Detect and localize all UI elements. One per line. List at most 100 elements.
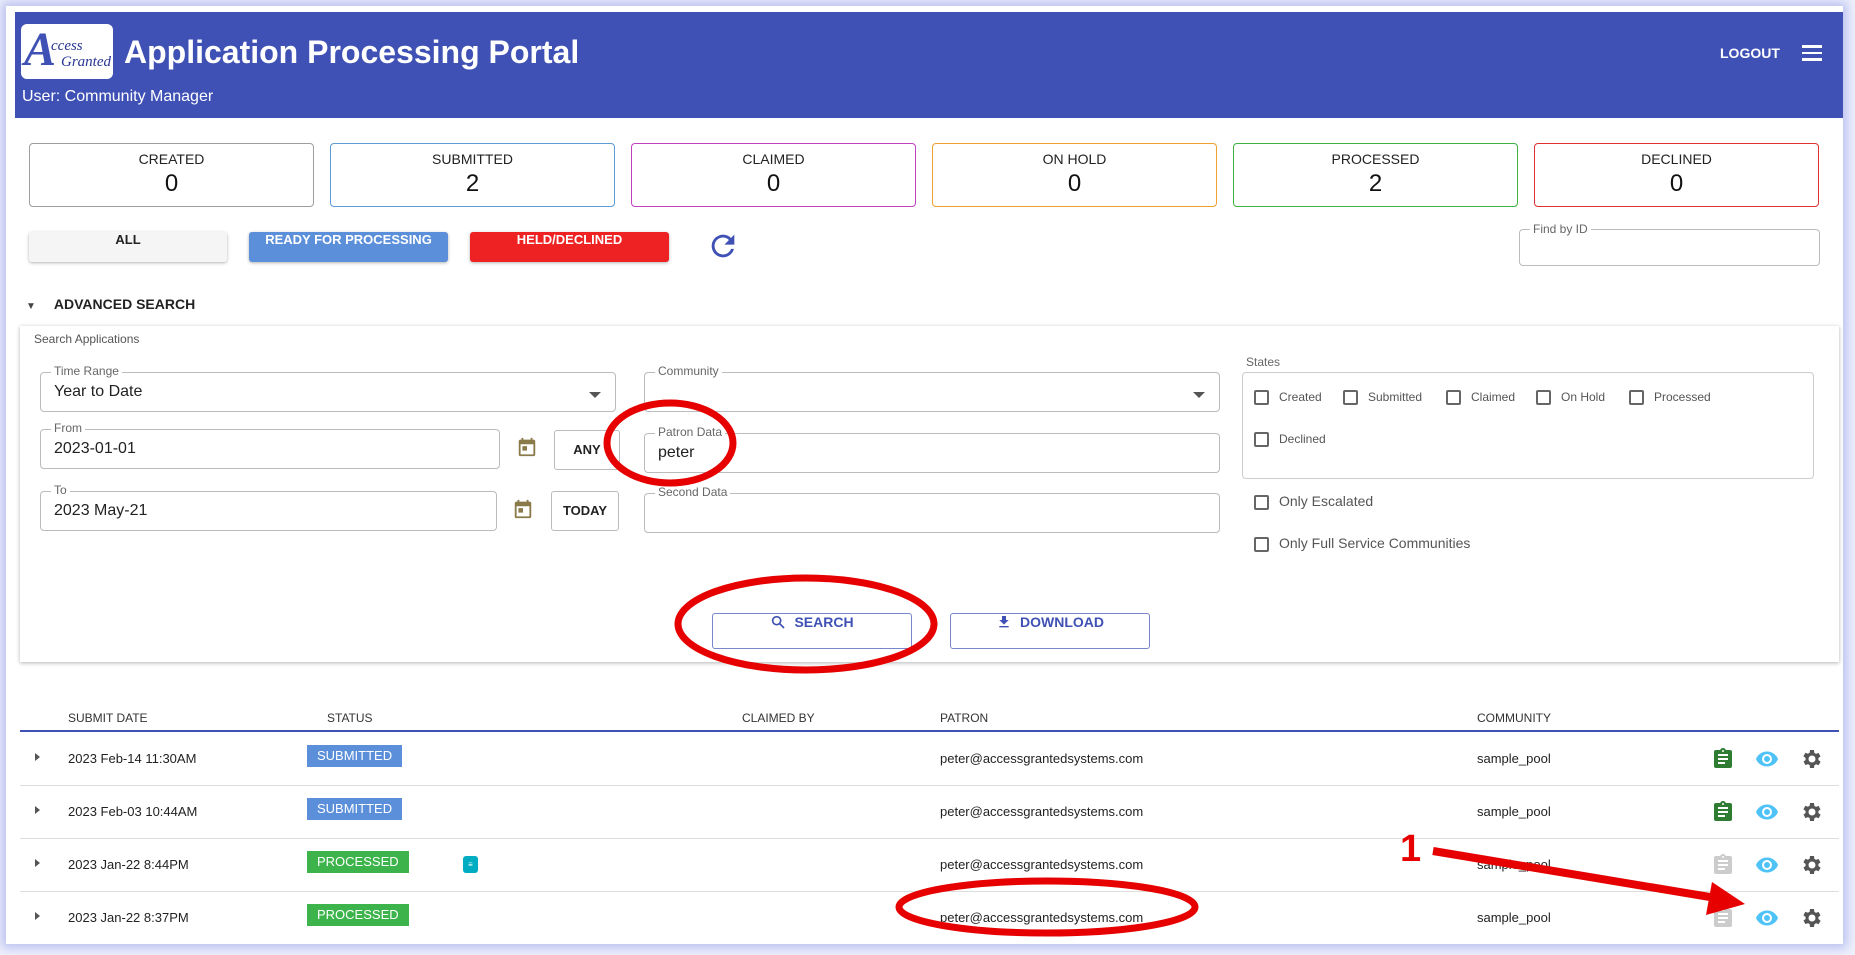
to-date-field[interactable]: To 2023 May-21 [40,483,497,531]
logo-text-bottom: Granted [61,54,111,70]
logo-text-top: ccess [51,38,83,54]
stat-submitted[interactable]: SUBMITTED 2 [330,143,615,207]
filter-all-button[interactable]: ALL [29,232,227,262]
filter-ready-button[interactable]: READY FOR PROCESSING [249,232,448,262]
gear-icon[interactable] [1799,906,1823,930]
logo: A ccess Granted [21,23,113,79]
time-range-value: Year to Date [54,383,143,400]
from-date-field[interactable]: From 2023-01-01 [40,421,500,469]
row-community: sample_pool [1477,804,1551,819]
state-claimed-checkbox[interactable]: Claimed [1446,390,1516,406]
table-row[interactable]: 2023 Feb-14 11:30AM SUBMITTED peter@acce… [20,733,1839,786]
gear-icon[interactable] [1799,747,1823,771]
expand-row-icon[interactable] [35,859,40,867]
state-declined-checkbox[interactable]: Declined [1254,432,1326,448]
state-created-label: Created [1279,390,1322,404]
column-community[interactable]: COMMUNITY [1477,711,1551,725]
eye-icon[interactable] [1755,747,1779,771]
state-declined-label: Declined [1279,432,1326,446]
refresh-icon[interactable] [706,229,740,263]
stat-declined[interactable]: DECLINED 0 [1534,143,1819,207]
search-button[interactable]: SEARCH [712,613,912,649]
filter-held-button[interactable]: HELD/DECLINED [470,232,669,262]
expand-row-icon[interactable] [35,912,40,920]
expand-row-icon[interactable] [35,753,40,761]
column-status[interactable]: STATUS [327,711,373,725]
only-full-service-label: Only Full Service Communities [1279,535,1471,551]
today-button[interactable]: TODAY [551,491,619,531]
gear-icon[interactable] [1799,800,1823,824]
table-row[interactable]: 2023 Feb-03 10:44AM SUBMITTED peter@acce… [20,786,1839,839]
stat-processed[interactable]: PROCESSED 2 [1233,143,1518,207]
clipboard-icon[interactable] [1711,853,1735,877]
only-escalated-label: Only Escalated [1279,493,1374,509]
states-group [1242,372,1814,479]
table-header-divider [20,730,1839,732]
row-submit-date: 2023 Jan-22 8:44PM [68,857,189,872]
only-full-service-checkbox[interactable]: Only Full Service Communities [1254,535,1470,552]
caret-down-icon: ▼ [26,301,36,312]
menu-icon[interactable] [1802,45,1822,61]
expand-row-icon[interactable] [35,806,40,814]
search-icon [772,615,786,629]
clipboard-icon[interactable] [1711,800,1735,824]
column-patron[interactable]: PATRON [940,711,988,725]
status-badge: PROCESSED [307,851,409,873]
stat-claimed-label: CLAIMED [742,151,805,167]
status-badge: PROCESSED [307,904,409,926]
annotation-number: 1 [1400,828,1422,870]
stat-declined-value: 0 [1669,170,1684,197]
stat-claimed-value: 0 [766,170,781,197]
advanced-search-toggle[interactable]: ▼ ADVANCED SEARCH [26,296,195,312]
from-label: From [51,421,85,435]
download-button-label: DOWNLOAD [1020,614,1104,630]
user-label: User: Community Manager [22,88,214,105]
row-patron: peter@accessgrantedsystems.com [940,857,1144,872]
gear-icon[interactable] [1799,853,1823,877]
state-processed-checkbox[interactable]: Processed [1629,390,1711,406]
eye-icon[interactable] [1755,853,1779,877]
state-processed-label: Processed [1654,390,1711,404]
only-escalated-checkbox[interactable]: Only Escalated [1254,493,1373,510]
notes-icon[interactable]: ≡ [463,856,478,873]
column-submit-date[interactable]: SUBMIT DATE [68,711,148,725]
download-button[interactable]: DOWNLOAD [950,613,1150,649]
column-claimed-by[interactable]: CLAIMED BY [742,711,815,725]
state-submitted-label: Submitted [1368,390,1423,404]
logout-button[interactable]: LOGOUT [1720,45,1780,61]
calendar-icon[interactable] [516,436,538,458]
table-row[interactable]: 2023 Jan-22 8:44PM PROCESSED ≡ peter@acc… [20,839,1839,892]
eye-icon[interactable] [1755,906,1779,930]
search-panel-title: Search Applications [34,332,140,346]
search-button-label: SEARCH [794,614,854,630]
patron-data-label: Patron Data [655,425,726,439]
row-submit-date: 2023 Feb-14 11:30AM [68,751,197,766]
stat-created[interactable]: CREATED 0 [29,143,314,207]
table-row[interactable]: 2023 Jan-22 8:37PM PROCESSED peter@acces… [20,892,1839,944]
second-data-input[interactable]: Second Data [644,485,1220,533]
state-on-hold-label: On Hold [1561,390,1606,404]
row-community: sample_pool [1477,751,1551,766]
patron-data-input[interactable]: Patron Data peter [644,425,1220,473]
row-submit-date: 2023 Feb-03 10:44AM [68,804,198,819]
find-by-id-label: Find by ID [1530,222,1591,236]
clipboard-icon[interactable] [1711,747,1735,771]
from-value: 2023-01-01 [54,440,136,457]
to-value: 2023 May-21 [54,502,148,519]
time-range-select[interactable]: Time Range Year to Date [40,364,616,412]
state-claimed-label: Claimed [1471,390,1516,404]
any-button[interactable]: ANY [554,430,620,470]
community-select[interactable]: Community [644,364,1220,412]
state-on-hold-checkbox[interactable]: On Hold [1536,390,1606,406]
state-submitted-checkbox[interactable]: Submitted [1343,390,1423,406]
stat-claimed[interactable]: CLAIMED 0 [631,143,916,207]
second-data-label: Second Data [655,485,731,499]
find-by-id-input[interactable]: Find by ID [1519,222,1820,266]
stat-on-hold[interactable]: ON HOLD 0 [932,143,1217,207]
clipboard-icon[interactable] [1711,906,1735,930]
eye-icon[interactable] [1755,800,1779,824]
calendar-icon[interactable] [512,498,534,520]
stat-processed-value: 2 [1368,170,1383,197]
state-created-checkbox[interactable]: Created [1254,390,1322,406]
states-label: States [1246,355,1281,369]
